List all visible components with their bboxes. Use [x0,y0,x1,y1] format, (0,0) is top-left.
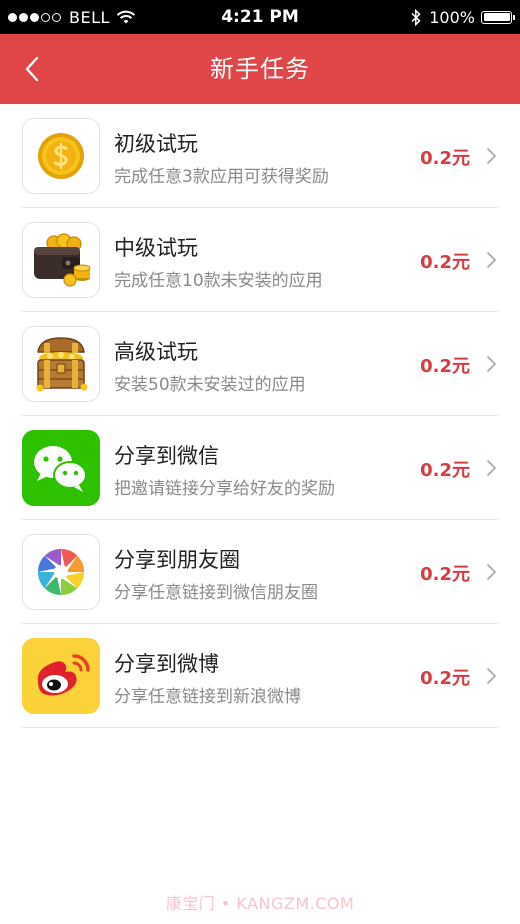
watermark: 康宝门 • KANGZM.COM [165,894,355,913]
task-row-share-wechat[interactable]: 分享到微信 把邀请链接分享给好友的奖励 0.2元 [0,416,520,520]
chevron-right-icon [487,148,496,164]
chevron-right-icon [487,460,496,476]
task-title: 分享到微信 [114,444,219,468]
task-title: 分享到朋友圈 [114,548,240,572]
status-left: BELL [8,0,136,34]
status-bar: BELL 4:21 PM 100% [0,0,520,34]
chevron-right-icon [487,356,496,372]
wifi-icon [116,10,136,23]
task-row-share-moments[interactable]: 分享到朋友圈 分享任意链接到微信朋友圈 0.2元 [0,520,520,624]
back-button[interactable] [14,51,50,87]
task-desc: 安装50款未安装过的应用 [114,375,306,395]
battery-icon [481,10,515,24]
bluetooth-icon [411,8,421,26]
task-reward: 0.2元 [420,356,470,377]
task-row-share-weibo[interactable]: 分享到微博 分享任意链接到新浪微博 0.2元 [0,624,520,728]
task-reward: 0.2元 [420,252,470,273]
wechat-icon [22,430,100,506]
chevron-right-icon [487,564,496,580]
status-right: 100% [411,0,515,34]
task-title: 初级试玩 [114,132,198,156]
wallet-coins-icon [22,222,100,298]
task-title: 高级试玩 [114,340,198,364]
task-title: 分享到微博 [114,652,219,676]
row-divider [22,727,498,728]
task-desc: 完成任意3款应用可获得奖励 [114,167,329,187]
task-reward: 0.2元 [420,460,470,481]
task-list: 初级试玩 完成任意3款应用可获得奖励 0.2元 中级试玩 完成任意10款未安装的… [0,104,520,728]
task-reward: 0.2元 [420,564,470,585]
weibo-icon [22,638,100,714]
task-desc: 把邀请链接分享给好友的奖励 [114,479,335,499]
task-desc: 完成任意10款未安装的应用 [114,271,323,291]
page-title: 新手任务 [210,55,310,83]
signal-dots-icon [8,12,63,22]
gold-coin-icon [22,118,100,194]
chevron-left-icon [25,56,39,82]
chevron-right-icon [487,252,496,268]
task-desc: 分享任意链接到微信朋友圈 [114,583,318,603]
task-title: 中级试玩 [114,236,198,260]
nav-bar: 新手任务 [0,34,520,104]
battery-percent: 100% [429,7,475,27]
treasure-chest-icon [22,326,100,402]
task-desc: 分享任意链接到新浪微博 [114,687,301,707]
task-reward: 0.2元 [420,148,470,169]
task-reward: 0.2元 [420,668,470,689]
task-row-beginner-trial[interactable]: 初级试玩 完成任意3款应用可获得奖励 0.2元 [0,104,520,208]
moments-icon [22,534,100,610]
task-row-advanced-trial[interactable]: 高级试玩 安装50款未安装过的应用 0.2元 [0,312,520,416]
task-row-intermediate-trial[interactable]: 中级试玩 完成任意10款未安装的应用 0.2元 [0,208,520,312]
carrier-label: BELL [69,7,110,27]
chevron-right-icon [487,668,496,684]
